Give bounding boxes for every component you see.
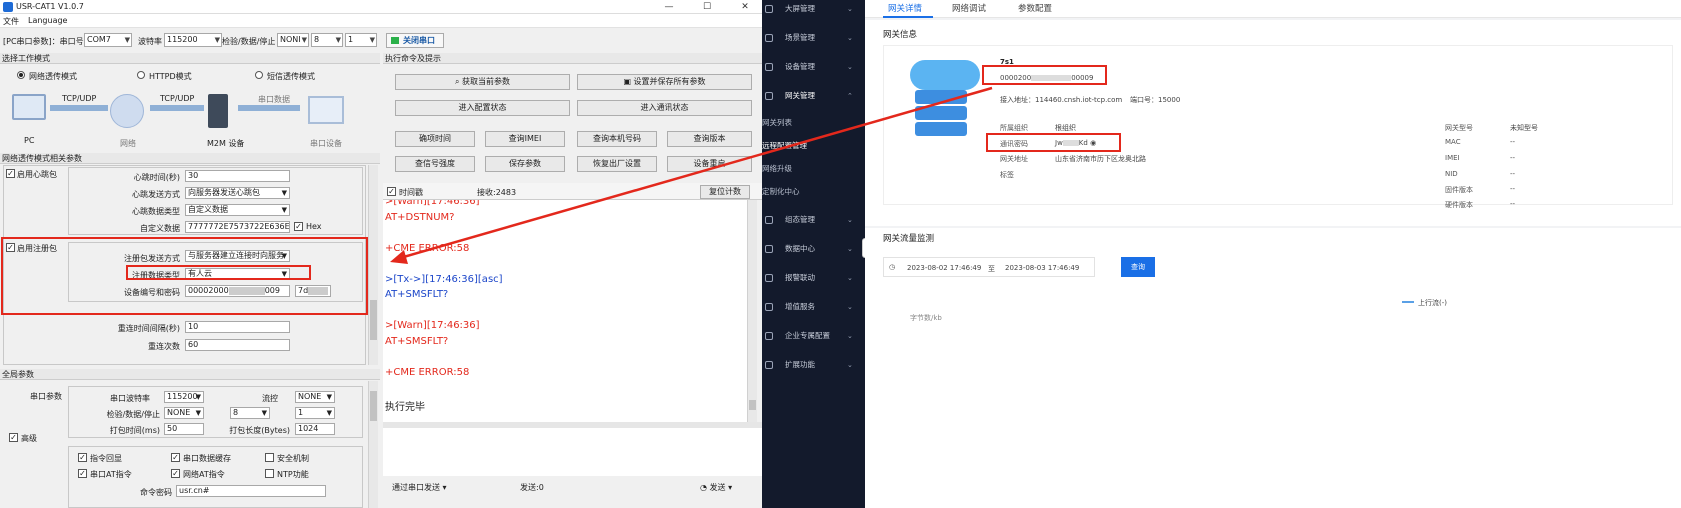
annotation-arrow (390, 86, 993, 264)
